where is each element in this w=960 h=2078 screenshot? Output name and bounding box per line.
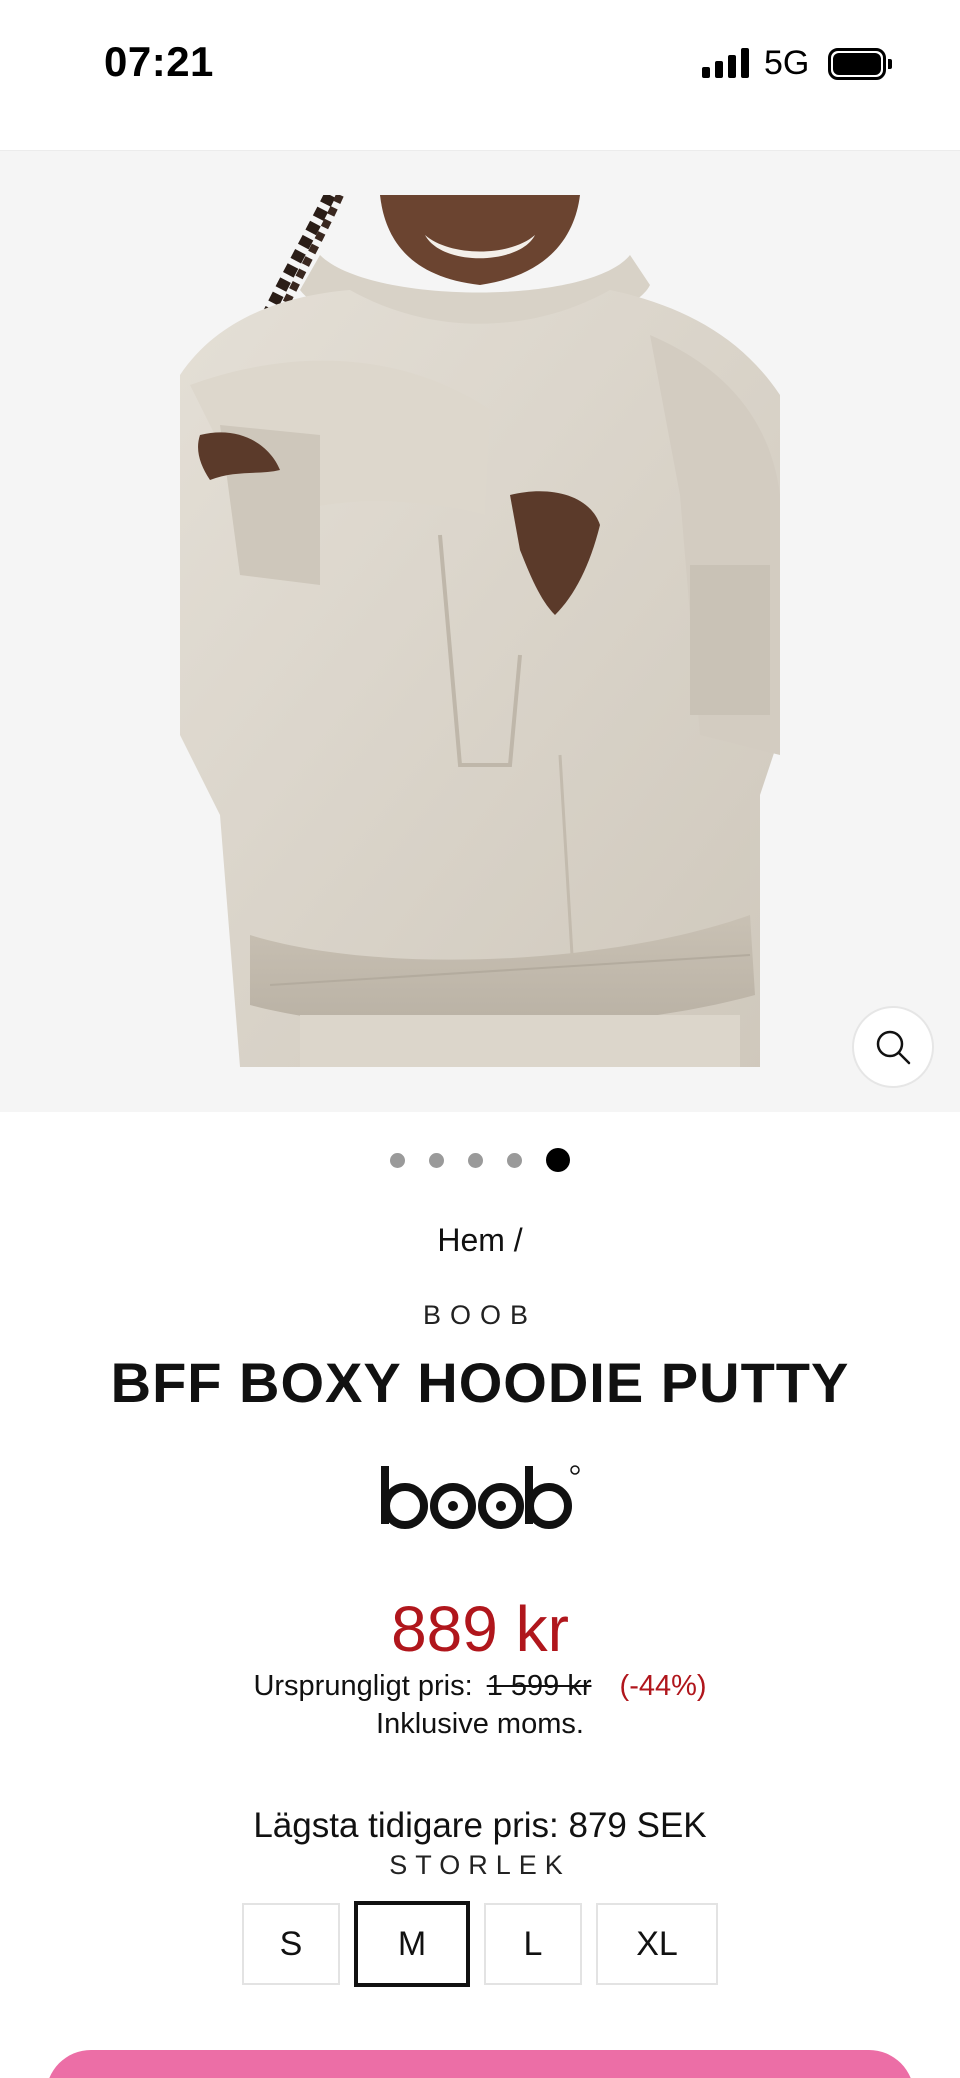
carousel-dot-3[interactable]	[468, 1152, 483, 1168]
carousel-dot-5[interactable]	[546, 1148, 570, 1172]
brand-logo-mark	[381, 1465, 580, 1529]
breadcrumb-home-link[interactable]: Hem /	[437, 1222, 522, 1258]
sale-price: 889 kr	[391, 1593, 569, 1665]
carousel-dot-2[interactable]	[429, 1152, 444, 1168]
size-heading: STORLEK	[389, 1850, 571, 1880]
original-price: 1 599 kr	[486, 1670, 592, 1702]
zoom-button[interactable]	[852, 1006, 934, 1088]
original-price-row: Ursprungligt pris: 1 599 kr (-44%)	[0, 1670, 960, 1703]
size-option-xl[interactable]: XL	[596, 1903, 718, 1985]
carousel-dots	[0, 1148, 960, 1172]
product-gallery[interactable]	[0, 150, 960, 1112]
product-title: BFF BOXY HOODIE PUTTY	[110, 1351, 850, 1414]
brand-logo[interactable]	[0, 1462, 960, 1532]
signal-icon	[702, 48, 750, 78]
lowest-previous-price: Lägsta tidigare pris: 879 SEK	[253, 1806, 707, 1845]
carousel-dot-4[interactable]	[507, 1152, 522, 1168]
original-price-label: Ursprungligt pris:	[253, 1670, 473, 1702]
battery-icon	[828, 48, 892, 80]
product-photo	[180, 195, 780, 1067]
breadcrumb: Hem /	[0, 1222, 960, 1259]
product-brand: BOOB	[422, 1300, 538, 1330]
size-option-s[interactable]: S	[242, 1903, 340, 1985]
size-option-m[interactable]: M	[354, 1901, 470, 1987]
size-option-l[interactable]: L	[484, 1903, 582, 1985]
status-time: 07:21	[104, 38, 214, 85]
network-label: 5G	[764, 44, 810, 82]
add-to-cart-button[interactable]	[46, 2050, 914, 2078]
search-icon	[876, 1030, 911, 1065]
status-bar: 07:21 5G	[0, 0, 960, 150]
discount-badge: (-44%)	[619, 1670, 707, 1702]
vat-note: Inklusive moms.	[376, 1708, 584, 1740]
carousel-dot-1[interactable]	[390, 1152, 405, 1168]
